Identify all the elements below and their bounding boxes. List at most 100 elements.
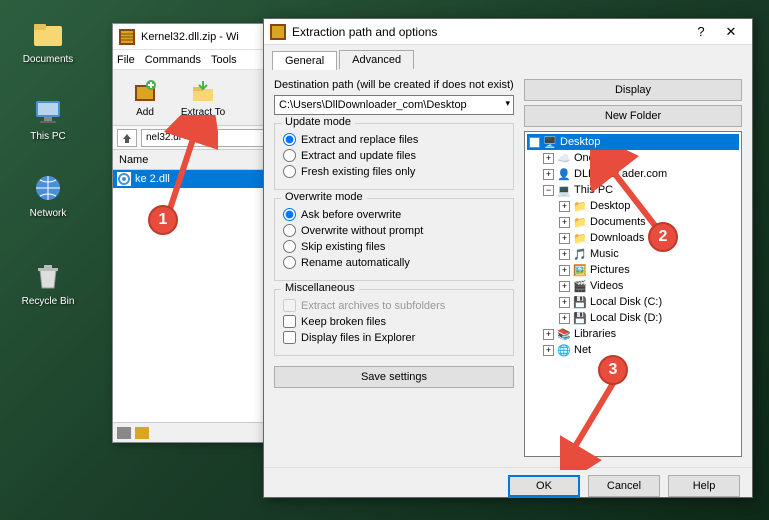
expand-icon[interactable]: + [559, 281, 570, 292]
expand-icon[interactable]: + [559, 233, 570, 244]
cloud-icon: ☁️ [557, 151, 571, 165]
expand-icon[interactable]: + [559, 217, 570, 228]
add-button[interactable]: Add [117, 73, 173, 123]
close-button[interactable]: ✕ [716, 22, 746, 42]
disk-icon: 💾 [573, 311, 587, 325]
radio-ask-before[interactable]: Ask before overwrite [283, 208, 505, 221]
tree-network[interactable]: +🌐Net [527, 342, 739, 358]
tree-onedrive[interactable]: +☁️OneDr [527, 150, 739, 166]
extract-icon [189, 77, 217, 105]
winrar-icon [270, 24, 286, 40]
folder-icon: 📁 [573, 215, 587, 229]
status-icon [135, 427, 149, 439]
window-title: Kernel32.dll.zip - Wi [141, 31, 239, 43]
expand-icon[interactable]: + [559, 313, 570, 324]
menu-tools[interactable]: Tools [211, 54, 237, 66]
disk-icon: 💾 [573, 295, 587, 309]
winrar-icon [119, 29, 135, 45]
add-icon [131, 77, 159, 105]
dialog-footer: OK Cancel Help [264, 467, 752, 503]
tree-dlldownloader[interactable]: +👤DLL Dow ader.com [527, 166, 739, 182]
network-icon: 🌐 [557, 343, 571, 357]
expand-icon[interactable]: + [559, 201, 570, 212]
group-legend: Overwrite mode [281, 191, 367, 203]
radio-rename-auto[interactable]: Rename automatically [283, 256, 505, 269]
tab-general[interactable]: General [272, 51, 337, 70]
dest-label: Destination path (will be created if doe… [274, 79, 514, 91]
network-icon [32, 172, 64, 204]
desktop-icon-network[interactable]: Network [18, 172, 78, 219]
tree-music[interactable]: +🎵Music [527, 246, 739, 262]
desktop-icon: 🖥️ [543, 135, 557, 149]
tree-this-pc[interactable]: −💻This PC [527, 182, 739, 198]
tree-videos[interactable]: +🎬Videos [527, 278, 739, 294]
folder-icon [32, 18, 64, 50]
collapse-icon[interactable]: − [543, 185, 554, 196]
save-settings-button[interactable]: Save settings [274, 366, 514, 388]
check-display-explorer[interactable]: Display files in Explorer [283, 331, 505, 344]
expand-icon[interactable]: + [543, 345, 554, 356]
check-subfolders[interactable]: Extract archives to subfolders [283, 299, 505, 312]
expand-icon[interactable]: + [559, 249, 570, 260]
new-folder-button[interactable]: New Folder [524, 105, 742, 127]
cancel-button[interactable]: Cancel [588, 475, 660, 497]
desktop-icon-documents[interactable]: Documents [18, 18, 78, 65]
misc-group: Miscellaneous Extract archives to subfol… [274, 289, 514, 356]
expand-icon[interactable]: + [543, 153, 554, 164]
destination-input[interactable] [274, 95, 514, 115]
expand-icon[interactable]: + [559, 297, 570, 308]
desktop-icon-label: Network [18, 208, 78, 219]
folder-icon: 📁 [573, 231, 587, 245]
menu-file[interactable]: File [117, 54, 135, 66]
radio-skip-existing[interactable]: Skip existing files [283, 240, 505, 253]
tree-local-c[interactable]: +💾Local Disk (C:) [527, 294, 739, 310]
tree-local-d[interactable]: +💾Local Disk (D:) [527, 310, 739, 326]
tree-documents[interactable]: +📁Documents [527, 214, 739, 230]
desktop-icon-this-pc[interactable]: This PC [18, 95, 78, 142]
recycle-bin-icon [32, 260, 64, 292]
display-button[interactable]: Display [524, 79, 742, 101]
menu-commands[interactable]: Commands [145, 54, 201, 66]
radio-extract-replace[interactable]: Extract and replace files [283, 133, 505, 146]
tab-advanced[interactable]: Advanced [339, 50, 414, 69]
tree-pictures[interactable]: +🖼️Pictures [527, 262, 739, 278]
folder-tree[interactable]: −🖥️Desktop +☁️OneDr +👤DLL Dow ader.com −… [524, 131, 742, 457]
ok-button[interactable]: OK [508, 475, 580, 497]
pictures-icon: 🖼️ [573, 263, 587, 277]
pc-icon: 💻 [557, 183, 571, 197]
tree-downloads[interactable]: +📁Downloads [527, 230, 739, 246]
tree-libraries[interactable]: +📚Libraries [527, 326, 739, 342]
dropdown-icon[interactable]: ▾ [505, 98, 510, 109]
radio-fresh-existing[interactable]: Fresh existing files only [283, 165, 505, 178]
update-mode-group: Update mode Extract and replace files Ex… [274, 123, 514, 190]
folder-icon: 📁 [573, 199, 587, 213]
help-button[interactable]: ? [686, 22, 716, 42]
pc-icon [32, 95, 64, 127]
desktop-icon-recycle-bin[interactable]: Recycle Bin [18, 260, 78, 307]
tree-sub-desktop[interactable]: +📁Desktop [527, 198, 739, 214]
tree-desktop[interactable]: −🖥️Desktop [527, 134, 739, 150]
file-name: ke 2.dll [135, 173, 170, 185]
desktop-icon-label: This PC [18, 131, 78, 142]
overwrite-mode-group: Overwrite mode Ask before overwrite Over… [274, 198, 514, 281]
collapse-icon[interactable]: − [529, 137, 540, 148]
dll-icon [117, 172, 131, 186]
up-button[interactable] [117, 129, 137, 147]
dialog-titlebar[interactable]: Extraction path and options ? ✕ [264, 19, 752, 45]
extraction-dialog: Extraction path and options ? ✕ General … [263, 18, 753, 498]
help-button[interactable]: Help [668, 475, 740, 497]
radio-extract-update[interactable]: Extract and update files [283, 149, 505, 162]
videos-icon: 🎬 [573, 279, 587, 293]
status-icon [117, 427, 131, 439]
radio-overwrite-noprompt[interactable]: Overwrite without prompt [283, 224, 505, 237]
expand-icon[interactable]: + [543, 169, 554, 180]
extract-to-button[interactable]: Extract To [175, 73, 231, 123]
libraries-icon: 📚 [557, 327, 571, 341]
dialog-tabs: General Advanced [264, 45, 752, 69]
group-legend: Miscellaneous [281, 282, 359, 294]
group-legend: Update mode [281, 116, 355, 128]
check-keep-broken[interactable]: Keep broken files [283, 315, 505, 328]
expand-icon[interactable]: + [543, 329, 554, 340]
expand-icon[interactable]: + [559, 265, 570, 276]
toolbar-label: Extract To [181, 107, 225, 118]
